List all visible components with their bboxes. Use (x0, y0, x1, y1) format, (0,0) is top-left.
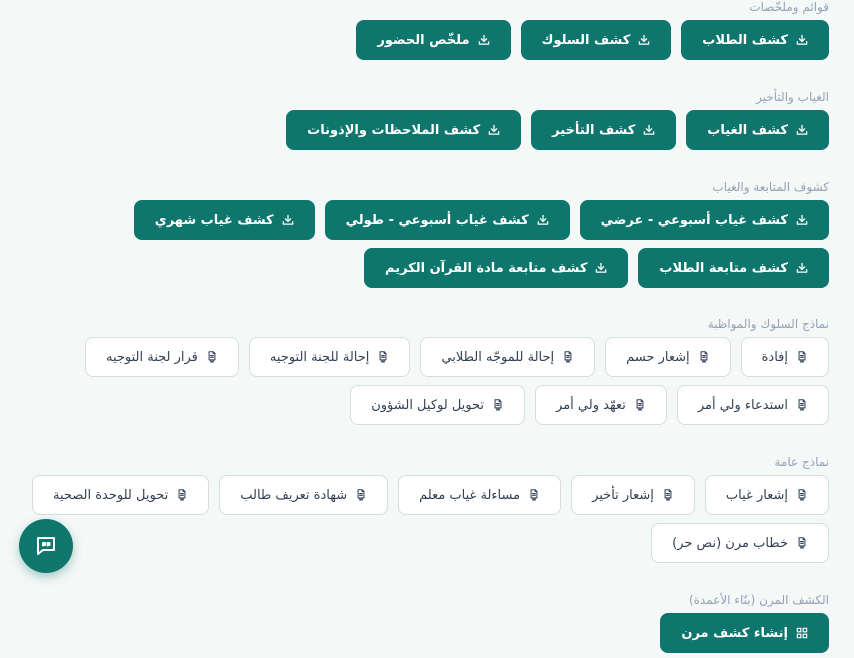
button-label: كشف متابعة مادة القرآن الكريم (385, 260, 588, 276)
button-row: كشف غياب أسبوعي - عرضي كشف غياب أسبوعي -… (25, 200, 829, 288)
section-title: نماذج السلوك والمواظبة (707, 317, 829, 331)
button-label: إفادة (761, 349, 788, 365)
create-flexible-report-button[interactable]: إنشاء كشف مرن (660, 613, 829, 653)
download-icon (795, 123, 809, 137)
document-icon (175, 488, 189, 502)
summon-guardian-button[interactable]: استدعاء ولي أمر (676, 385, 829, 425)
download-icon (594, 261, 608, 275)
document-icon (795, 398, 809, 412)
students-list-button[interactable]: كشف الطلاب (681, 20, 829, 60)
button-label: إشعار غياب (725, 487, 788, 503)
download-icon (642, 123, 656, 137)
document-icon (795, 536, 809, 550)
statement-form-button[interactable]: إفادة (740, 337, 829, 377)
absence-notice-button[interactable]: إشعار غياب (704, 475, 829, 515)
button-label: مساءلة غياب معلم (419, 487, 521, 503)
download-icon (477, 33, 491, 47)
section-lists-summaries: قوائم وملخّصات كشف الطلاب كشف السلوك ملخ… (25, 0, 829, 60)
health-unit-referral-button[interactable]: تحويل للوحدة الصحية (31, 475, 210, 515)
section-general-forms: نماذج عامة إشعار غياب إشعار تأخير مساءلة… (25, 455, 829, 563)
button-label: كشف السلوك (541, 32, 631, 48)
deduction-notice-button[interactable]: إشعار حسم (605, 337, 731, 377)
button-label: إنشاء كشف مرن (681, 625, 788, 641)
download-icon (795, 213, 809, 227)
committee-decision-button[interactable]: قرار لجنة التوجيه (84, 337, 239, 377)
document-icon (561, 350, 575, 364)
download-icon (536, 213, 550, 227)
button-label: كشف غياب أسبوعي - طولي (345, 212, 529, 228)
button-label: إشعار حسم (626, 349, 690, 365)
button-label: خطاب مرن (نص حر) (672, 535, 788, 551)
button-label: كشف التأخير (552, 122, 636, 138)
reports-page: قوائم وملخّصات كشف الطلاب كشف السلوك ملخ… (0, 0, 854, 658)
button-label: ملخّص الحضور (377, 32, 470, 48)
button-label: إحالة للجنة التوجيه (269, 349, 370, 365)
weekly-absence-vertical-button[interactable]: كشف غياب أسبوعي - طولي (324, 200, 570, 240)
section-flexible-report: الكشف المرن (بنّاء الأعمدة) إنشاء كشف مر… (25, 593, 829, 653)
quran-followup-button[interactable]: كشف متابعة مادة القرآن الكريم (364, 248, 629, 288)
button-label: تحويل لوكيل الشؤون (371, 397, 485, 413)
button-row: إشعار غياب إشعار تأخير مساءلة غياب معلم … (25, 475, 829, 563)
absence-list-button[interactable]: كشف الغياب (686, 110, 829, 150)
document-icon (205, 350, 219, 364)
section-title: نماذج عامة (774, 455, 829, 469)
behavior-list-button[interactable]: كشف السلوك (520, 20, 672, 60)
download-icon (637, 33, 651, 47)
button-label: إشعار تأخير (592, 487, 654, 503)
document-icon (376, 350, 390, 364)
section-title: الغياب والتأخير (756, 90, 829, 104)
free-text-letter-button[interactable]: خطاب مرن (نص حر) (651, 523, 829, 563)
button-row: كشف الغياب كشف التأخير كشف الملاحظات وال… (25, 110, 829, 150)
button-row: إفادة إشعار حسم إحالة للموجّه الطلابي إح… (25, 337, 829, 425)
button-label: كشف غياب أسبوعي - عرضي (600, 212, 788, 228)
button-label: إحالة للموجّه الطلابي (441, 349, 555, 365)
section-followup-absence: كشوف المتابعة والغياب كشف غياب أسبوعي - … (25, 180, 829, 288)
attendance-summary-button[interactable]: ملخّص الحضور (356, 20, 511, 60)
button-label: كشف متابعة الطلاب (659, 260, 788, 276)
download-icon (487, 123, 501, 137)
lateness-list-button[interactable]: كشف التأخير (531, 110, 677, 150)
button-row: إنشاء كشف مرن (25, 613, 829, 653)
section-title: الكشف المرن (بنّاء الأعمدة) (688, 593, 829, 607)
guardian-pledge-button[interactable]: تعهّد ولي أمر (535, 385, 667, 425)
download-icon (281, 213, 295, 227)
button-label: كشف الطلاب (702, 32, 788, 48)
button-label: كشف غياب شهري (154, 212, 274, 228)
button-label: كشف الملاحظات والإذونات (307, 122, 481, 138)
grid-icon (795, 626, 809, 640)
document-icon (697, 350, 711, 364)
refer-counselor-button[interactable]: إحالة للموجّه الطلابي (420, 337, 596, 377)
download-icon (795, 33, 809, 47)
document-icon (661, 488, 675, 502)
teacher-absence-inquiry-button[interactable]: مساءلة غياب معلم (398, 475, 562, 515)
document-icon (795, 350, 809, 364)
document-icon (354, 488, 368, 502)
document-icon (527, 488, 541, 502)
students-followup-button[interactable]: كشف متابعة الطلاب (638, 248, 829, 288)
section-title: قوائم وملخّصات (749, 0, 829, 14)
button-label: شهادة تعريف طالب (240, 487, 348, 503)
document-icon (795, 488, 809, 502)
document-icon (633, 398, 647, 412)
refer-affairs-agent-button[interactable]: تحويل لوكيل الشؤون (350, 385, 526, 425)
download-icon (795, 261, 809, 275)
button-label: تحويل للوحدة الصحية (52, 487, 169, 503)
button-label: استدعاء ولي أمر (697, 397, 788, 413)
button-row: كشف الطلاب كشف السلوك ملخّص الحضور (25, 20, 829, 60)
section-title: كشوف المتابعة والغياب (712, 180, 829, 194)
document-icon (491, 398, 505, 412)
monthly-absence-button[interactable]: كشف غياب شهري (133, 200, 315, 240)
notes-permissions-list-button[interactable]: كشف الملاحظات والإذونات (286, 110, 522, 150)
section-absence-lateness: الغياب والتأخير كشف الغياب كشف التأخير ك… (25, 90, 829, 150)
student-certificate-button[interactable]: شهادة تعريف طالب (219, 475, 389, 515)
button-label: قرار لجنة التوجيه (105, 349, 198, 365)
section-behavior-forms: نماذج السلوك والمواظبة إفادة إشعار حسم إ… (25, 317, 829, 425)
lateness-notice-button[interactable]: إشعار تأخير (571, 475, 695, 515)
refer-committee-button[interactable]: إحالة للجنة التوجيه (248, 337, 411, 377)
quote-chat-icon (37, 537, 55, 555)
button-label: كشف الغياب (707, 122, 788, 138)
chat-fab-button[interactable] (19, 519, 73, 573)
button-label: تعهّد ولي أمر (556, 397, 626, 413)
weekly-absence-horizontal-button[interactable]: كشف غياب أسبوعي - عرضي (579, 200, 829, 240)
